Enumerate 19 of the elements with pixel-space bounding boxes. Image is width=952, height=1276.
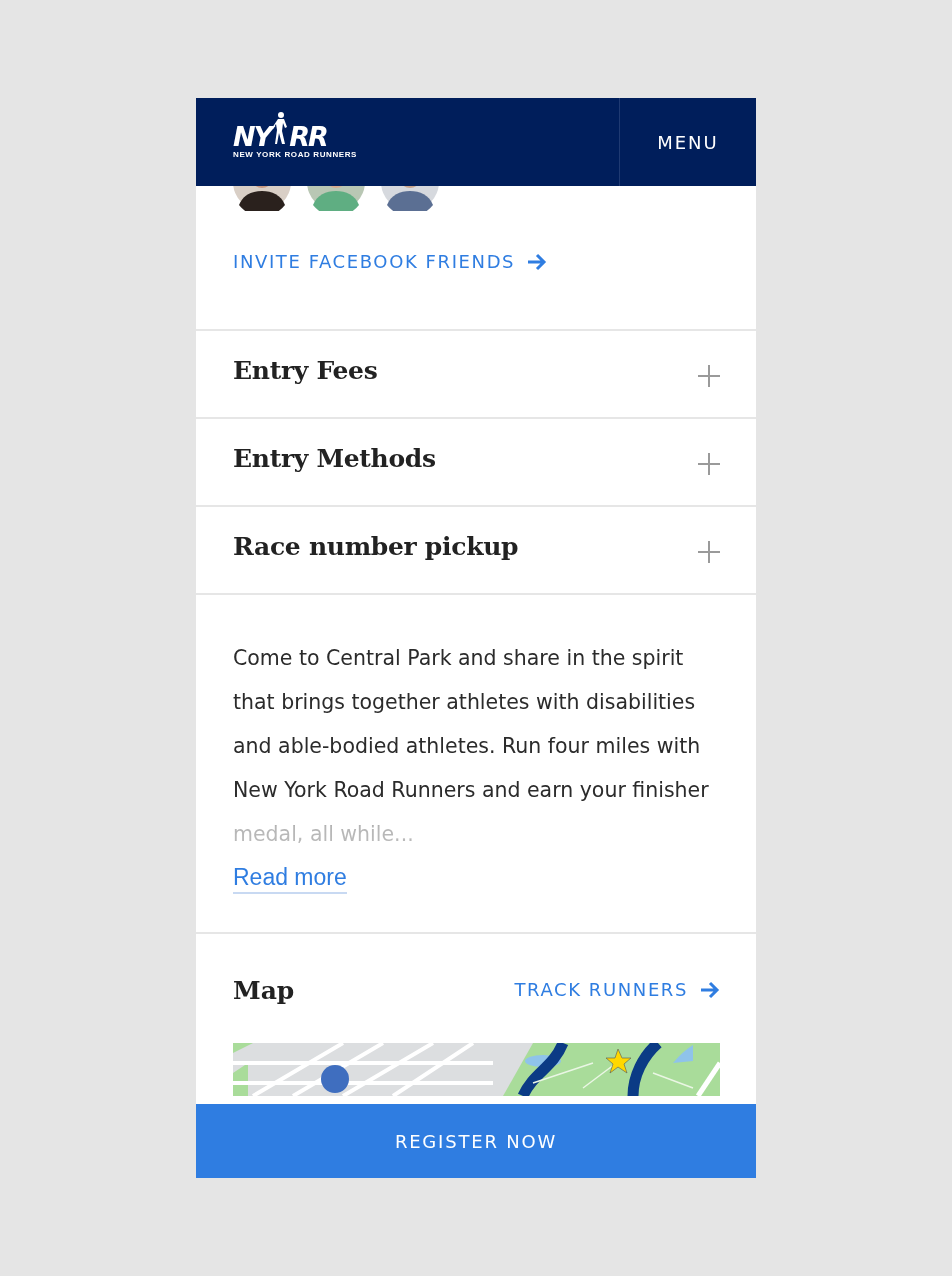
invite-friends-link[interactable]: INVITE FACEBOOK FRIENDS	[233, 251, 516, 273]
accordion-row[interactable]: Race number pickup	[196, 507, 756, 595]
map-title: Map	[233, 975, 295, 1005]
accordion-row[interactable]: Entry Fees	[196, 331, 756, 419]
description-text: Come to Central Park and share in the spirit that brings together athletes with disabilities and able-bodied athletes. Run four miles with New York Road Runners and earn your finisher medal, all while...	[233, 645, 710, 848]
logo[interactable]: NY RR NEW YORK ROAD RUNNERS	[196, 98, 619, 186]
section-title: Entry Fees	[233, 355, 378, 385]
section-title: Race number pickup	[233, 531, 519, 561]
arrow-right-icon	[527, 253, 548, 271]
register-now-button[interactable]: REGISTER NOW	[196, 1104, 756, 1178]
track-runners-link[interactable]: TRACK RUNNERS	[514, 979, 688, 1001]
accordion-row[interactable]: Entry Methods	[196, 419, 756, 507]
logo-tagline: NEW YORK ROAD RUNNERS	[233, 150, 357, 160]
logo-text: RR	[289, 123, 327, 150]
logo-text: NY	[233, 123, 272, 150]
runner-icon	[272, 112, 289, 146]
section-title: Entry Methods	[233, 443, 436, 473]
read-more-link[interactable]: Read more	[233, 862, 347, 894]
arrow-right-icon	[700, 981, 720, 999]
